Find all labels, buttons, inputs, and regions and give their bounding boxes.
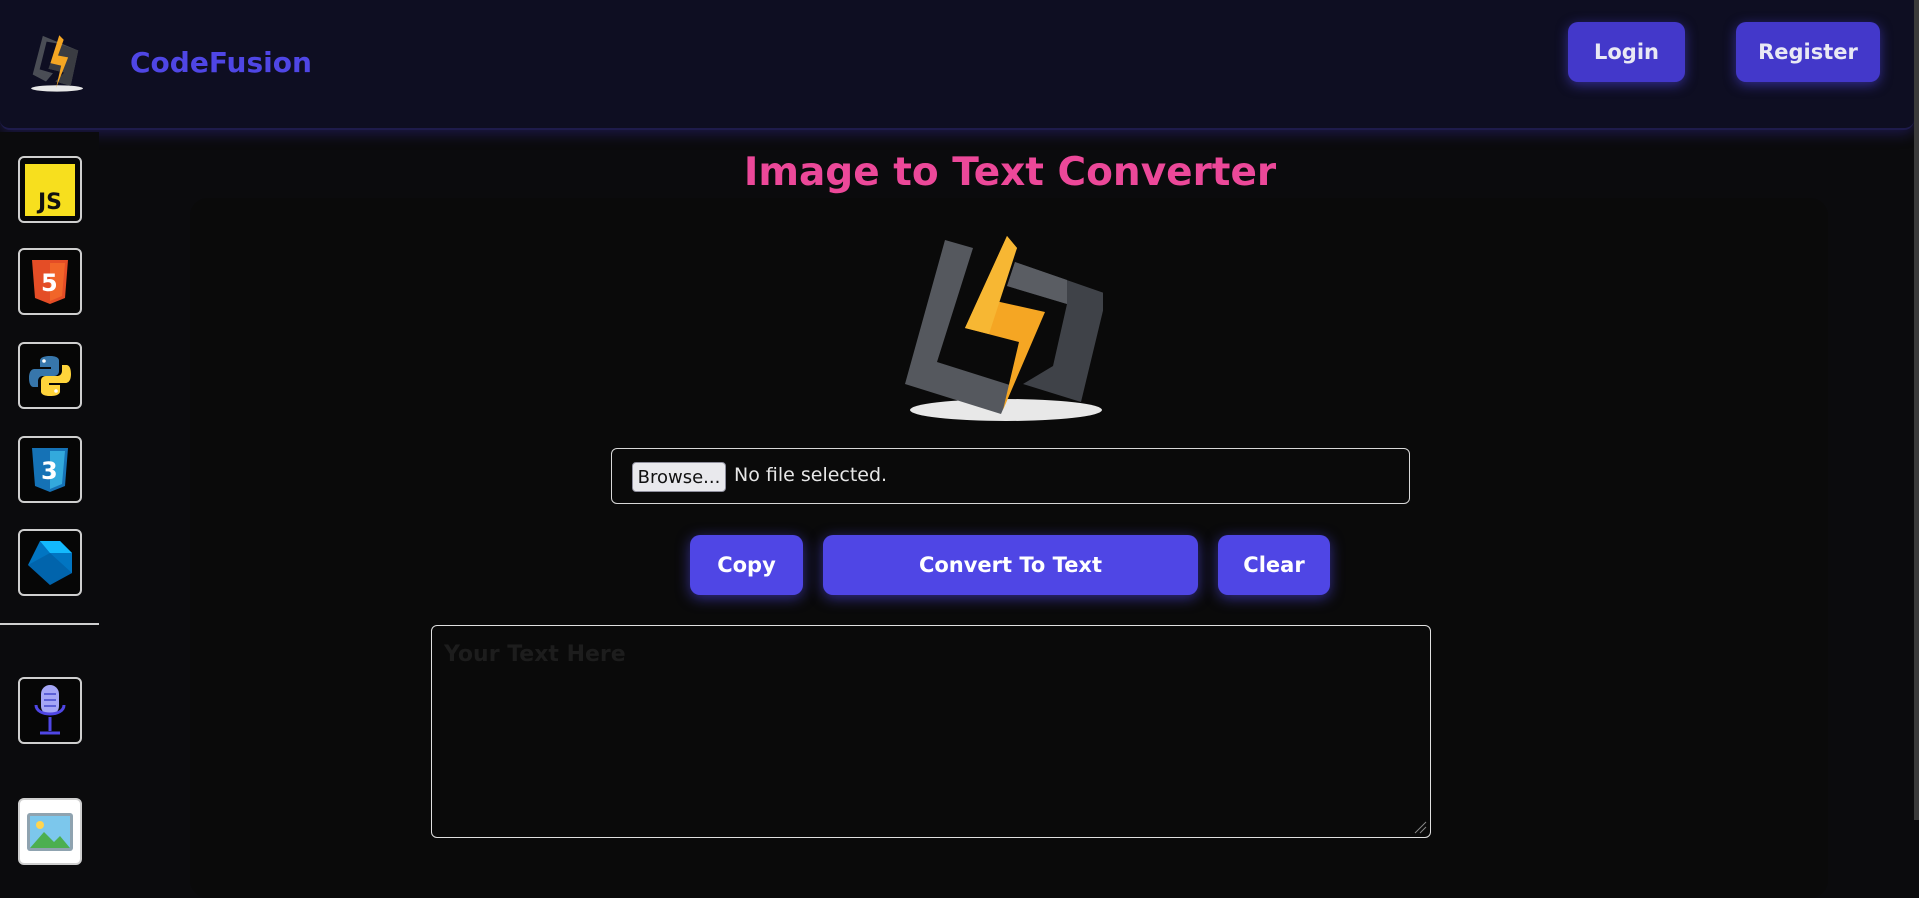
copy-button[interactable]: Copy <box>690 535 803 595</box>
sidebar-divider <box>0 623 99 625</box>
page-scrollbar[interactable] <box>1914 0 1919 820</box>
microphone-icon <box>34 684 66 734</box>
textarea-placeholder: Your Text Here <box>444 642 626 667</box>
clear-button[interactable]: Clear <box>1218 535 1330 595</box>
output-textarea[interactable]: Your Text Here <box>431 625 1431 838</box>
image-icon <box>27 812 73 851</box>
html5-icon: 5 <box>32 259 68 304</box>
browse-button[interactable]: Browse... <box>632 462 726 492</box>
hero-logo-icon <box>903 234 1107 430</box>
sidebar-item-speech-to-text[interactable] <box>18 677 82 744</box>
top-header: CodeFusion Login Register <box>0 0 1914 130</box>
file-status-text: No file selected. <box>734 464 888 486</box>
brand-name[interactable]: CodeFusion <box>130 46 312 79</box>
register-button[interactable]: Register <box>1736 22 1880 82</box>
sidebar-item-html5[interactable]: 5 <box>18 248 82 315</box>
css3-icon-label: 3 <box>41 457 58 485</box>
file-input[interactable]: Browse... No file selected. <box>611 448 1410 504</box>
sidebar-item-dart[interactable] <box>18 529 82 596</box>
sidebar-item-python[interactable] <box>18 342 82 409</box>
css3-icon: 3 <box>32 447 68 492</box>
sidebar: JS 5 3 <box>0 132 99 877</box>
login-button[interactable]: Login <box>1568 22 1685 82</box>
convert-to-text-button[interactable]: Convert To Text <box>823 535 1198 595</box>
sidebar-item-css3[interactable]: 3 <box>18 436 82 503</box>
html5-icon-label: 5 <box>41 269 58 297</box>
page-title: Image to Text Converter <box>743 150 1277 195</box>
codefusion-logo-icon[interactable] <box>26 34 90 96</box>
sidebar-item-image-to-text[interactable] <box>18 798 82 865</box>
resize-grip-icon[interactable] <box>1413 820 1427 834</box>
dart-icon <box>28 540 72 585</box>
python-icon <box>29 355 71 396</box>
